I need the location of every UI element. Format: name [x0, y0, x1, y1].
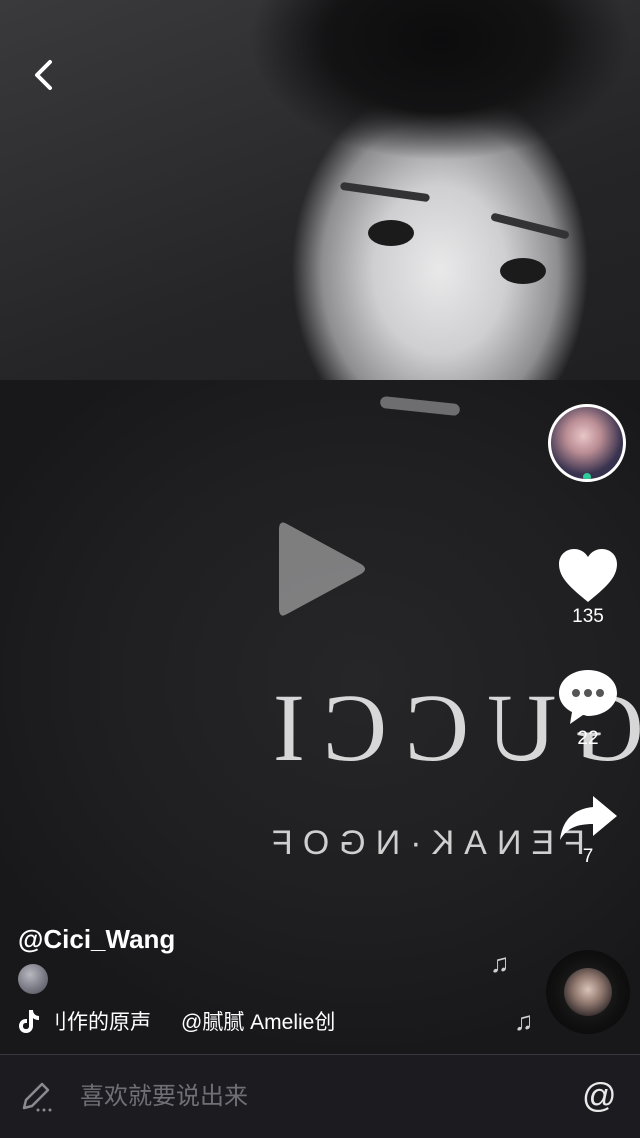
comment-button[interactable]: 22 [548, 668, 628, 750]
music-title: 刂作的原声 [46, 1011, 151, 1034]
share-button[interactable]: 7 [548, 794, 628, 868]
music-artist: @腻腻 Amelie创 [181, 1011, 336, 1034]
video-frame-eye-right [500, 258, 546, 284]
mention-button[interactable]: @ [582, 1076, 617, 1116]
play-icon [279, 522, 365, 616]
share-arrow-icon [560, 796, 617, 840]
like-count: 135 [572, 606, 604, 627]
moon-emoji-icon [18, 964, 48, 994]
music-disc-cover [564, 968, 612, 1016]
author-username[interactable]: @Cici_Wang [18, 924, 175, 955]
like-button[interactable]: 135 [548, 548, 628, 628]
author-avatar[interactable] [548, 404, 626, 482]
heart-icon [559, 549, 617, 602]
shirt-print-subtext: FENAK·NGOF [262, 824, 585, 862]
follow-indicator [583, 473, 591, 479]
floating-note-icon: ♫ [490, 948, 510, 978]
share-count: 7 [582, 846, 594, 867]
video-frame-eye-left [368, 220, 414, 246]
tiktok-note-icon [19, 1010, 39, 1033]
play-button[interactable] [275, 516, 369, 622]
floating-note-icon: ♫ [514, 1006, 534, 1036]
comment-count: 22 [577, 728, 599, 749]
video-frame-hair [250, 0, 630, 180]
comment-input[interactable]: 喜欢就要说出来 [80, 1080, 560, 1114]
chevron-left-icon [35, 60, 52, 90]
video-frame-brow-left [339, 181, 431, 203]
comment-bubble-icon [559, 670, 617, 724]
pencil-icon [22, 1082, 52, 1112]
back-button[interactable] [30, 58, 58, 92]
music-disc[interactable] [546, 950, 630, 1034]
video-frame-brow-right [490, 212, 570, 240]
music-info[interactable]: 刂作的原声 @腻腻 Amelie创 [16, 1004, 356, 1038]
